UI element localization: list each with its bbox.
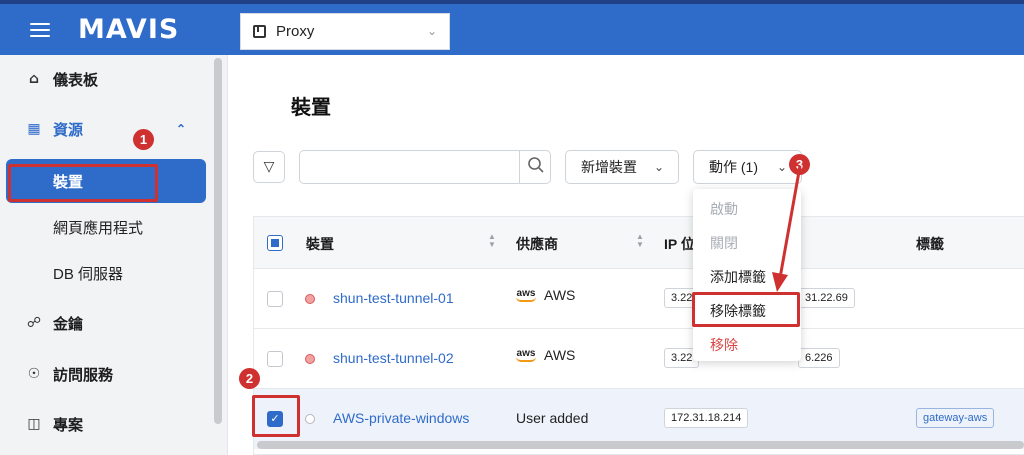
filter-icon: ▽ <box>263 159 275 175</box>
annotation-arrow <box>772 165 802 292</box>
sidebar-item-projects[interactable]: ◫ 專案 <box>0 403 210 445</box>
app-logo: MAVIS <box>78 14 180 45</box>
sidebar-item-web-apps[interactable]: 網頁應用程式 <box>0 206 210 248</box>
search-divider <box>519 151 520 183</box>
vendor-cell: aws AWS <box>516 347 575 363</box>
device-link[interactable]: AWS-private-windows <box>333 410 469 426</box>
column-header-tags[interactable]: 標籤 <box>916 234 944 254</box>
sort-icon[interactable]: ▲ ▼ <box>488 233 496 249</box>
sidebar-item-label: DB 伺服器 <box>53 265 124 283</box>
project-icon <box>253 25 266 38</box>
sidebar-scrollbar[interactable] <box>214 58 222 424</box>
table-row[interactable]: shun-test-tunnel-02 aws AWS 3.22 6.226 <box>254 329 1024 389</box>
sidebar-item-label: 金鑰 <box>53 315 84 333</box>
highlight-box-devices <box>8 164 158 202</box>
sidebar-item-db-servers[interactable]: DB 伺服器 <box>0 252 210 294</box>
add-device-label: 新增裝置 <box>581 159 637 175</box>
project-select[interactable]: Proxy ⌄ <box>240 13 450 50</box>
resource-tree-icon: ▦ <box>27 121 41 137</box>
sidebar-item-resources[interactable]: ▦ 資源 ⌃ <box>0 108 210 150</box>
sidebar-item-label: 儀表板 <box>53 71 99 89</box>
aws-logo-icon: aws <box>516 288 536 302</box>
ip-badge: 172.31.18.214 <box>664 408 749 428</box>
vendor-cell: aws AWS <box>516 287 575 303</box>
search-input[interactable] <box>299 150 551 184</box>
status-dot <box>305 354 315 364</box>
step-badge-2: 2 <box>239 368 260 389</box>
vendor-name: AWS <box>544 287 576 303</box>
status-dot <box>305 414 315 424</box>
sidebar-item-dashboard[interactable]: ⌂ 儀表板 <box>0 58 210 100</box>
column-header-vendor[interactable]: 供應商 <box>516 234 558 254</box>
tag-badge[interactable]: gateway-aws <box>916 408 995 428</box>
table-row[interactable]: ✓ AWS-private-windows User added 172.31.… <box>254 389 1024 449</box>
top-bar: MAVIS Proxy ⌄ <box>0 0 1024 55</box>
vendor-name: AWS <box>544 347 576 363</box>
aws-logo-icon: aws <box>516 348 536 362</box>
actions-label: 動作 (1) <box>709 159 758 175</box>
sidebar-item-access-services[interactable]: ☉ 訪問服務 <box>0 353 210 395</box>
row-checkbox[interactable] <box>267 291 283 307</box>
page-title: 裝置 <box>291 97 331 119</box>
chevron-up-icon: ⌃ <box>176 122 187 136</box>
column-header-device[interactable]: 裝置 <box>306 234 334 254</box>
sidebar-item-keys[interactable]: ☍ 金鑰 <box>0 302 210 344</box>
vendor-name: User added <box>516 410 589 426</box>
key-icon: ☍ <box>26 315 42 331</box>
device-link[interactable]: shun-test-tunnel-02 <box>333 350 454 366</box>
status-dot <box>305 294 315 304</box>
device-link[interactable]: shun-test-tunnel-01 <box>333 290 454 306</box>
sort-icon[interactable]: ▲ ▼ <box>636 233 644 249</box>
select-all-checkbox[interactable] <box>267 235 283 251</box>
main-content: 裝置 ▽ 新增裝置 ⌄ 動作 (1) ⌄ 裝置 ▲ ▼ 供應商 ▲ ▼ IP 位 標… <box>229 55 1024 455</box>
sidebar-item-label: 資源 <box>53 121 84 139</box>
add-device-button[interactable]: 新增裝置 ⌄ <box>565 150 679 184</box>
devices-table: 裝置 ▲ ▼ 供應商 ▲ ▼ IP 位 標籤 shun-test-tunnel-01… <box>253 216 1024 455</box>
chevron-down-icon: ⌄ <box>426 24 437 38</box>
row-checkbox[interactable] <box>267 351 283 367</box>
filter-button[interactable]: ▽ <box>253 151 285 183</box>
shield-icon: ☉ <box>27 366 41 382</box>
step-badge-1: 1 <box>133 129 154 150</box>
table-row[interactable]: shun-test-tunnel-01 aws AWS 3.22 31.22.6… <box>254 269 1024 329</box>
sidebar-item-label: 專案 <box>53 416 84 434</box>
menu-item-add-tag[interactable]: 添加標籤 <box>710 267 766 287</box>
menu-item-disable[interactable]: 關閉 <box>710 233 738 253</box>
home-icon: ⌂ <box>28 71 40 87</box>
ip-badge: 6.226 <box>798 348 840 368</box>
menu-item-enable[interactable]: 啟動 <box>710 199 738 219</box>
menu-icon[interactable] <box>30 23 50 37</box>
search-icon[interactable] <box>527 156 545 174</box>
table-header: 裝置 ▲ ▼ 供應商 ▲ ▼ IP 位 標籤 <box>254 217 1024 269</box>
highlight-box-checkbox <box>252 395 300 437</box>
sidebar-item-label: 訪問服務 <box>53 366 114 384</box>
chevron-down-icon: ⌄ <box>653 160 664 174</box>
menu-item-remove[interactable]: 移除 <box>710 335 738 355</box>
project-select-value: Proxy <box>276 23 315 40</box>
sidebar-item-label: 網頁應用程式 <box>53 219 144 237</box>
project-icon: ◫ <box>27 416 41 432</box>
column-header-ip[interactable]: IP 位 <box>664 234 695 254</box>
table-horizontal-scrollbar[interactable] <box>257 441 1024 449</box>
